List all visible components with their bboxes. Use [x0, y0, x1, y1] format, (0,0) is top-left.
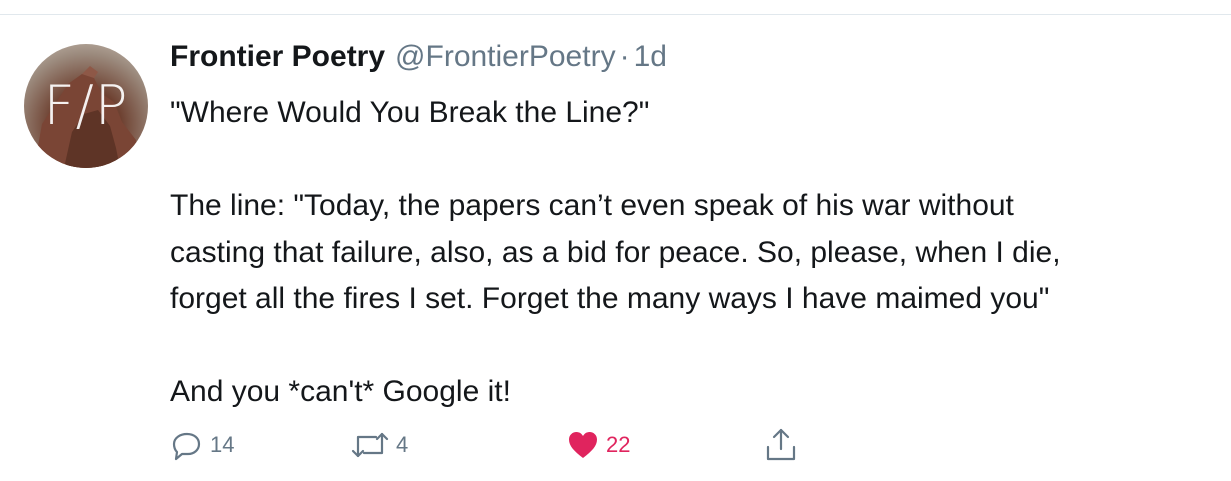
display-name[interactable]: Frontier Poetry	[170, 40, 385, 74]
top-divider	[0, 14, 1231, 15]
share-icon	[766, 428, 796, 461]
avatar-monogram: F/P	[43, 74, 129, 137]
tweet-line: The line: "Today, the papers can’t even …	[170, 189, 1014, 222]
tweet-line: casting that failure, also, as a bid for…	[170, 235, 1061, 269]
retweet-button[interactable]: 4	[350, 425, 408, 465]
timestamp[interactable]: 1d	[634, 40, 667, 74]
like-count: 22	[606, 432, 631, 457]
tweet-text: "Where Would You Break the Line?" The li…	[170, 90, 1210, 416]
tweet-line: "Where Would You Break the Line?"	[170, 96, 650, 129]
avatar[interactable]: F/P	[24, 44, 148, 168]
tweet-header: Frontier Poetry @FrontierPoetry · 1d	[170, 40, 667, 80]
share-button[interactable]	[764, 425, 798, 465]
tweet-actions: 14 4 22	[170, 425, 810, 465]
separator-dot: ·	[619, 40, 630, 73]
retweet-icon	[351, 432, 389, 458]
like-button[interactable]: 22	[566, 425, 630, 465]
heart-icon	[569, 432, 597, 458]
user-handle[interactable]: @FrontierPoetry	[395, 40, 616, 74]
reply-button[interactable]: 14	[170, 425, 234, 465]
reply-count: 14	[210, 432, 235, 457]
tweet-line: And you *can't* Google it!	[170, 375, 511, 408]
retweet-count: 4	[396, 432, 409, 457]
reply-icon	[172, 432, 201, 461]
tweet-line: forget all the fires I set. Forget the m…	[170, 282, 1050, 315]
